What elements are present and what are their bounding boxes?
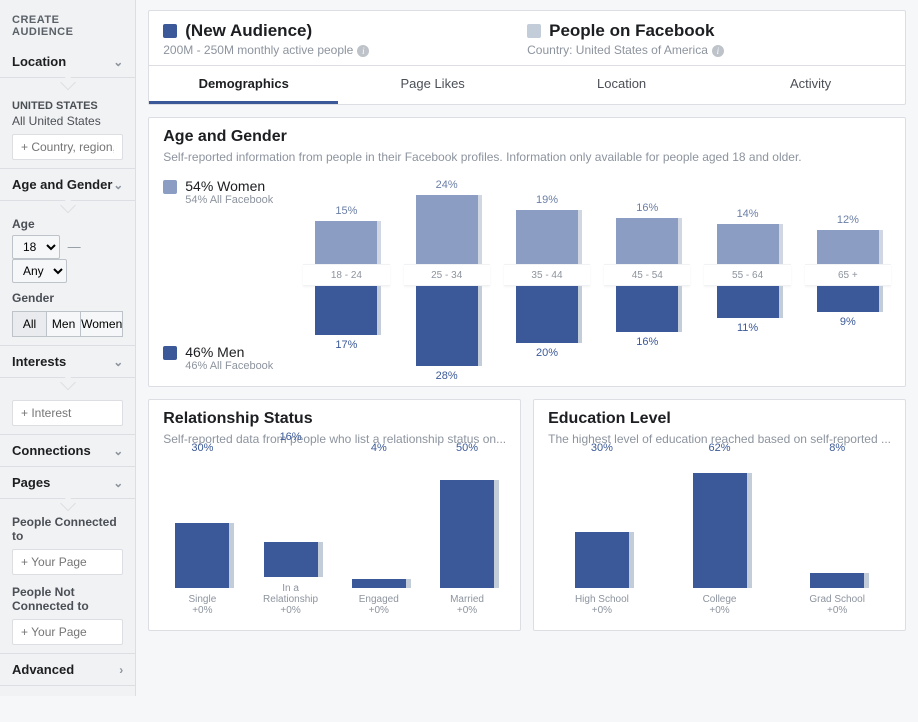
bar-women[interactable]: 15% bbox=[315, 221, 377, 264]
bar-label: Married bbox=[450, 594, 484, 605]
bar-label: Single bbox=[188, 594, 216, 605]
chevron-right-icon: › bbox=[119, 663, 123, 677]
bar[interactable]: 50% bbox=[440, 458, 494, 588]
section-age-gender[interactable]: Age and Gender⌄ bbox=[12, 177, 123, 192]
not-connected-page-input[interactable] bbox=[12, 619, 123, 645]
tab-page-likes[interactable]: Page Likes bbox=[338, 66, 527, 104]
sidebar: CREATE AUDIENCE Location⌄ UNITED STATES … bbox=[0, 0, 136, 696]
bar[interactable]: 62% bbox=[693, 458, 747, 588]
age-gender-card: Age and Gender Self-reported information… bbox=[148, 117, 906, 387]
section-advanced[interactable]: Advanced› bbox=[12, 662, 123, 677]
bar-label: In a Relationship bbox=[255, 583, 325, 605]
bar[interactable]: 4% bbox=[352, 458, 406, 588]
section-connections[interactable]: Connections⌄ bbox=[12, 443, 123, 458]
section-location[interactable]: Location⌄ bbox=[12, 54, 123, 69]
bar-label: High School bbox=[575, 594, 629, 605]
bar-women[interactable]: 16% bbox=[616, 218, 678, 264]
education-card: Education Level The highest level of edu… bbox=[533, 399, 906, 631]
interests-input[interactable] bbox=[12, 400, 123, 426]
bar-men[interactable]: 11% bbox=[717, 286, 779, 318]
location-input[interactable] bbox=[12, 134, 123, 160]
bar-men[interactable]: 9% bbox=[817, 286, 879, 312]
chevron-down-icon: ⌄ bbox=[113, 444, 123, 458]
bar-men[interactable]: 16% bbox=[616, 286, 678, 332]
swatch-women-icon bbox=[163, 180, 177, 194]
bar[interactable]: 30% bbox=[575, 458, 629, 588]
bar[interactable]: 16% bbox=[264, 447, 318, 577]
gender-women[interactable]: Women bbox=[81, 311, 123, 337]
age-bucket-label: 55 - 64 bbox=[704, 264, 790, 286]
gender-segment: All Men Women bbox=[12, 311, 123, 337]
age-bucket-label: 25 - 34 bbox=[404, 264, 490, 286]
age-bucket-label: 45 - 54 bbox=[604, 264, 690, 286]
section-pages[interactable]: Pages⌄ bbox=[12, 475, 123, 490]
header: (New Audience) 200M - 250M monthly activ… bbox=[148, 10, 906, 105]
chevron-down-icon: ⌄ bbox=[113, 355, 123, 369]
chevron-down-icon: ⌄ bbox=[113, 476, 123, 490]
gender-all[interactable]: All bbox=[12, 311, 47, 337]
age-bucket-label: 35 - 44 bbox=[504, 264, 590, 286]
sidebar-title: CREATE AUDIENCE bbox=[0, 10, 135, 46]
age-bucket-label: 18 - 24 bbox=[303, 264, 389, 286]
audience-title: (New Audience) bbox=[185, 21, 312, 41]
chevron-down-icon: ⌄ bbox=[113, 178, 123, 192]
chevron-down-icon: ⌄ bbox=[113, 55, 123, 69]
bar-label: College bbox=[703, 594, 737, 605]
swatch-light-icon bbox=[527, 24, 541, 38]
location-region: UNITED STATES bbox=[12, 100, 123, 112]
bar-women[interactable]: 12% bbox=[817, 230, 879, 264]
section-interests[interactable]: Interests⌄ bbox=[12, 354, 123, 369]
tabs: Demographics Page Likes Location Activit… bbox=[149, 65, 905, 104]
age-to[interactable]: Any bbox=[12, 259, 67, 283]
relationship-card: Relationship Status Self-reported data f… bbox=[148, 399, 521, 631]
bar-label: Engaged bbox=[359, 594, 399, 605]
tab-demographics[interactable]: Demographics bbox=[149, 66, 338, 104]
age-bucket-label: 65 + bbox=[805, 264, 891, 286]
bar-men[interactable]: 20% bbox=[516, 286, 578, 343]
bar-men[interactable]: 28% bbox=[416, 286, 478, 366]
bar-women[interactable]: 19% bbox=[516, 210, 578, 264]
connected-page-input[interactable] bbox=[12, 549, 123, 575]
people-title: People on Facebook bbox=[549, 21, 714, 41]
swatch-dark-icon bbox=[163, 24, 177, 38]
gender-men[interactable]: Men bbox=[47, 311, 81, 337]
bar-women[interactable]: 24% bbox=[416, 195, 478, 264]
tab-activity[interactable]: Activity bbox=[716, 66, 905, 104]
bar-women[interactable]: 14% bbox=[717, 224, 779, 264]
location-value: All United States bbox=[12, 114, 123, 128]
age-from[interactable]: 18 bbox=[12, 235, 60, 259]
info-icon[interactable]: i bbox=[357, 45, 369, 57]
swatch-men-icon bbox=[163, 346, 177, 360]
bar-men[interactable]: 17% bbox=[315, 286, 377, 335]
bar[interactable]: 8% bbox=[810, 458, 864, 588]
bar[interactable]: 30% bbox=[175, 458, 229, 588]
main: (New Audience) 200M - 250M monthly activ… bbox=[136, 0, 918, 696]
bar-label: Grad School bbox=[809, 594, 865, 605]
tab-location[interactable]: Location bbox=[527, 66, 716, 104]
info-icon[interactable]: i bbox=[712, 45, 724, 57]
